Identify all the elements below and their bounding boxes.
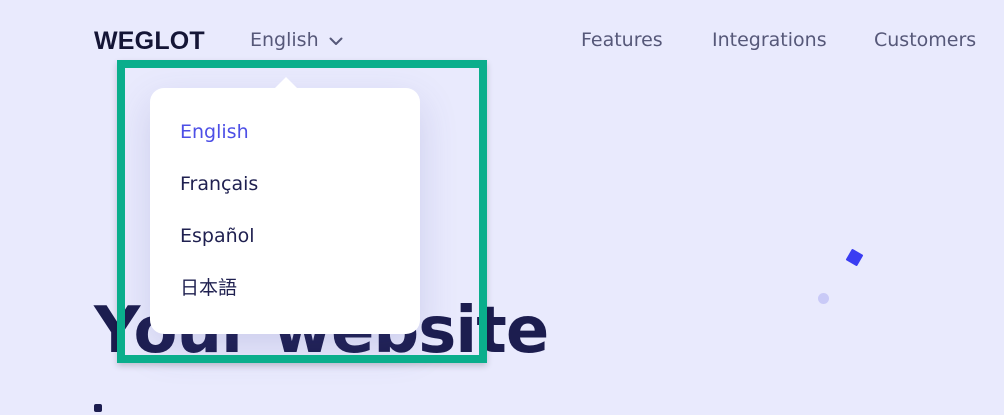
hero-subtitle-fragment (94, 404, 102, 412)
weglot-logo[interactable]: WEGLOT (94, 26, 205, 56)
decorative-diamond (845, 248, 864, 267)
language-option-english[interactable]: English (180, 120, 249, 144)
language-selector-label: English (250, 29, 319, 51)
nav-customers[interactable]: Customers (874, 29, 976, 51)
language-dropdown: English Français Español 日本語 (150, 77, 420, 334)
language-option-spanish[interactable]: Español (180, 224, 255, 248)
nav-features[interactable]: Features (581, 29, 663, 51)
language-option-french[interactable]: Français (180, 172, 258, 196)
chevron-down-icon (329, 37, 343, 45)
language-selector[interactable]: English (250, 29, 343, 51)
language-option-japanese[interactable]: 日本語 (180, 276, 237, 300)
decorative-dot (818, 293, 829, 304)
nav-integrations[interactable]: Integrations (712, 29, 827, 51)
